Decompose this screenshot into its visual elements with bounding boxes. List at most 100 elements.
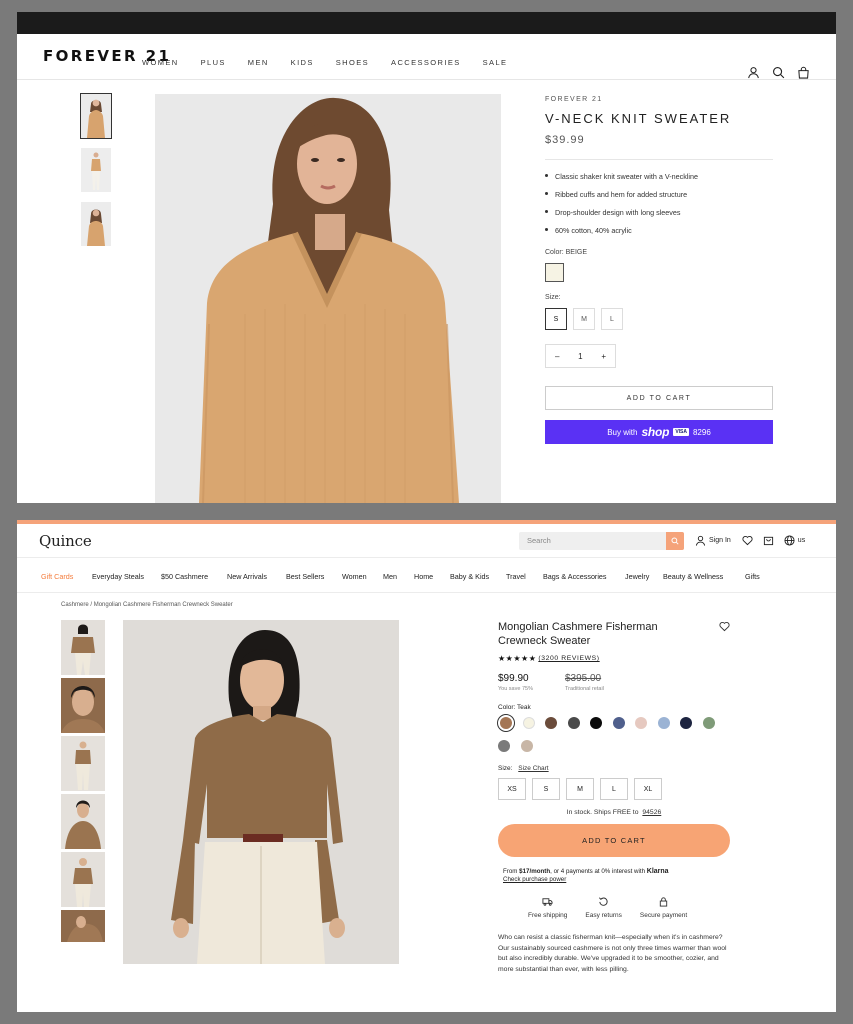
quince-logo[interactable]: Quince (39, 532, 92, 550)
size-option-s[interactable]: S (545, 308, 567, 330)
add-to-cart-button[interactable]: ADD TO CART (498, 824, 730, 857)
cat-travel[interactable]: Travel (506, 572, 526, 581)
size-option-xl[interactable]: XL (634, 778, 662, 800)
wishlist-icon[interactable] (742, 535, 753, 546)
color-swatch[interactable] (497, 714, 515, 732)
perk-label: Easy returns (585, 912, 622, 919)
thumbnail-3[interactable] (81, 202, 111, 246)
product-main-image[interactable] (155, 94, 501, 503)
visa-icon: VISA (673, 428, 689, 436)
search-button[interactable] (666, 532, 684, 550)
cat-men[interactable]: Men (383, 572, 397, 581)
size-option-xs[interactable]: XS (498, 778, 526, 800)
color-swatches (497, 714, 728, 763)
thumbnail-1[interactable] (61, 620, 105, 675)
thumbnail-list (80, 93, 112, 256)
search-bar[interactable]: Search (519, 532, 684, 550)
category-nav: Gift Cards Everyday Steals $50 Cashmere … (17, 558, 836, 593)
nav-kids[interactable]: KIDS (291, 58, 314, 67)
card-last4: 8296 (692, 427, 711, 437)
search-input[interactable]: Search (527, 536, 551, 545)
traditional-price: $395.00 (564, 673, 602, 684)
color-swatch-beige[interactable] (545, 263, 564, 282)
color-swatch[interactable] (520, 740, 533, 752)
nav-men[interactable]: MEN (248, 58, 269, 67)
color-swatch[interactable] (498, 740, 510, 752)
size-option-s[interactable]: S (532, 778, 560, 800)
search-icon (671, 537, 679, 545)
qty-decrease-button[interactable]: – (555, 352, 559, 361)
product-main-image[interactable] (123, 620, 399, 964)
shop-pay-button[interactable]: Buy with shop VISA 8296 (545, 420, 773, 444)
size-label-row: Size: Size Chart (498, 765, 730, 772)
size-chart-link[interactable]: Size Chart (518, 765, 548, 772)
region-label: us (797, 537, 806, 544)
thumbnail-1[interactable] (80, 93, 112, 139)
color-swatch[interactable] (635, 717, 647, 729)
color-swatch[interactable] (702, 717, 715, 729)
product-title: V-NECK KNIT SWEATER (545, 111, 732, 126)
forever21-screenshot: FOREVER 21 WOMEN PLUS MEN KIDS SHOES ACC… (17, 12, 836, 503)
color-swatch[interactable] (657, 717, 670, 729)
globe-icon (784, 535, 795, 546)
cat-gifts[interactable]: Gifts (745, 572, 760, 581)
color-swatch[interactable] (590, 717, 602, 729)
add-to-cart-button[interactable]: ADD TO CART (545, 386, 773, 410)
nav-accessories[interactable]: ACCESSORIES (391, 58, 461, 67)
klarna-logo: Klarna (646, 868, 669, 875)
color-swatch[interactable] (522, 717, 535, 729)
sign-in-link[interactable]: Sign In (695, 535, 731, 546)
color-swatch[interactable] (680, 717, 692, 729)
qty-value[interactable]: 1 (578, 352, 582, 361)
cart-icon[interactable] (763, 535, 774, 546)
nav-shoes[interactable]: SHOES (336, 58, 369, 67)
color-swatch[interactable] (545, 717, 557, 729)
cat-everyday-steals[interactable]: Everyday Steals (92, 572, 144, 581)
size-option-m[interactable]: M (573, 308, 595, 330)
wishlist-heart-icon[interactable] (719, 621, 730, 632)
cat-jewelry[interactable]: Jewelry (625, 572, 649, 581)
search-icon[interactable] (772, 66, 785, 79)
zip-code-link[interactable]: 94526 (642, 809, 661, 816)
qty-increase-button[interactable]: + (601, 352, 606, 361)
product-info: Mongolian Cashmere Fisherman Crewneck Sw… (497, 620, 730, 975)
cat-beauty-wellness[interactable]: Beauty & Wellness (663, 572, 723, 581)
nav-women[interactable]: WOMEN (142, 58, 179, 67)
cat-home[interactable]: Home (414, 572, 433, 581)
sign-in-label: Sign In (709, 537, 731, 544)
bag-icon[interactable] (797, 66, 810, 79)
cat-bags-accessories[interactable]: Bags & Accessories (543, 572, 607, 581)
breadcrumb-cashmere[interactable]: Cashmere (61, 602, 89, 608)
region-selector[interactable]: us (784, 535, 805, 546)
breadcrumb: Cashmere / Mongolian Cashmere Fisherman … (61, 602, 233, 608)
thumbnail-6[interactable] (61, 910, 105, 942)
size-option-l[interactable]: L (600, 778, 628, 800)
thumbnail-4[interactable] (61, 794, 105, 849)
color-label: Color: BEIGE (545, 249, 588, 256)
size-option-m[interactable]: M (566, 778, 594, 800)
reviews-link[interactable]: (3200 REVIEWS) (538, 655, 599, 662)
color-swatch[interactable] (567, 717, 580, 729)
color-swatch[interactable] (612, 717, 625, 729)
check-purchase-power-link[interactable]: Check purchase power (503, 876, 566, 883)
account-icon[interactable] (747, 66, 760, 79)
product-brand: FOREVER 21 (545, 96, 603, 103)
thumbnail-2[interactable] (81, 148, 111, 192)
cat-new-arrivals[interactable]: New Arrivals (227, 572, 267, 581)
nav-plus[interactable]: PLUS (201, 58, 226, 67)
nav-sale[interactable]: SALE (483, 58, 508, 67)
buy-with-label: Buy with (607, 427, 638, 437)
cat-gift-cards[interactable]: Gift Cards (41, 572, 73, 581)
cat-baby-kids[interactable]: Baby & Kids (450, 572, 489, 581)
thumbnail-list (61, 620, 105, 945)
cat-50-cashmere[interactable]: $50 Cashmere (161, 572, 208, 581)
klarna-amount: $17/month (519, 868, 551, 875)
cat-women[interactable]: Women (342, 572, 367, 581)
size-option-l[interactable]: L (601, 308, 623, 330)
thumbnail-3[interactable] (61, 736, 105, 791)
cat-best-sellers[interactable]: Best Sellers (286, 572, 324, 581)
perk-label: Secure payment (639, 912, 688, 919)
price-block: $99.90 You save 75% $395.00 Traditional … (498, 673, 730, 692)
thumbnail-5[interactable] (61, 852, 105, 907)
thumbnail-2[interactable] (61, 678, 105, 733)
